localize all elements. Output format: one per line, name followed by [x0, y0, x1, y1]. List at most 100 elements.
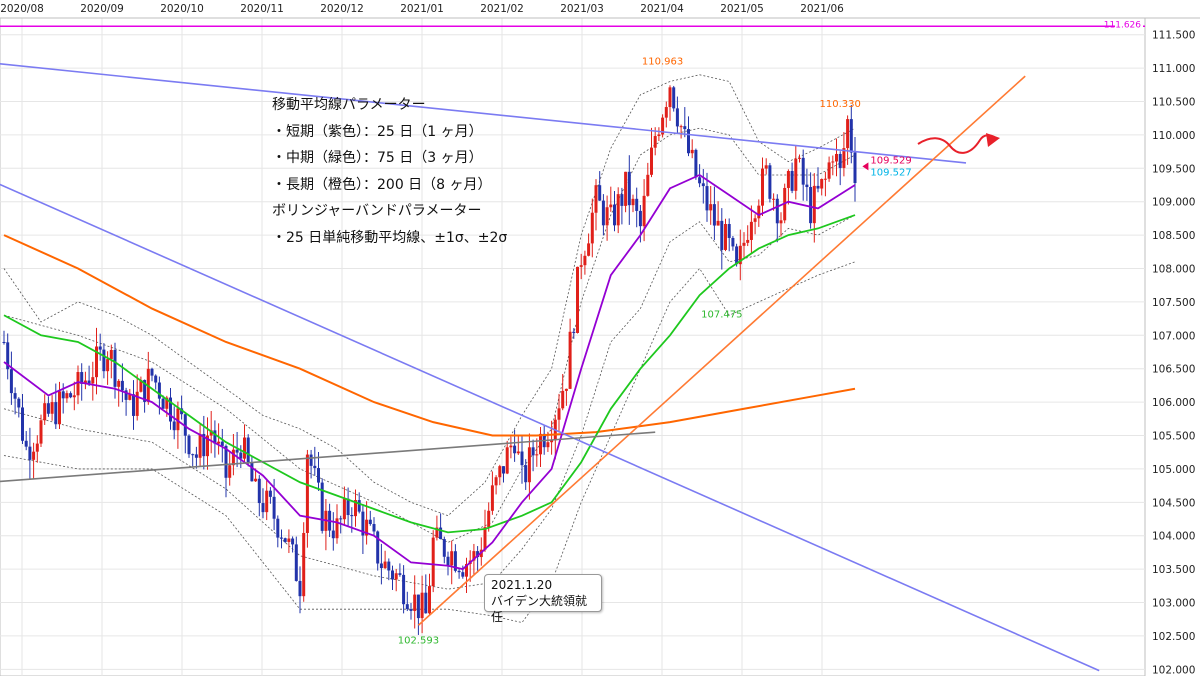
candle-body	[572, 331, 576, 333]
price-marker-label: 109.527	[870, 168, 911, 179]
candle-body	[798, 157, 801, 159]
y-tick-label: 106.500	[1152, 364, 1195, 376]
candle-body	[391, 570, 394, 580]
candle-body	[601, 200, 605, 226]
candle-body	[838, 153, 842, 168]
candle-body	[313, 465, 317, 469]
note-ma-title: 移動平均線パラメーター	[272, 97, 426, 113]
candle-body	[157, 382, 161, 399]
candle-body	[786, 170, 790, 188]
candle-body	[50, 402, 54, 414]
candle-body	[383, 561, 387, 569]
candle-body	[135, 391, 139, 416]
candle-body	[712, 204, 716, 226]
candle-body	[394, 573, 398, 580]
candle-body	[298, 580, 302, 597]
candle-body	[376, 531, 380, 564]
candle-body	[757, 205, 761, 219]
candle-body	[513, 445, 517, 454]
candle-body	[709, 204, 713, 211]
candle-body	[428, 586, 431, 614]
candle-body	[220, 441, 224, 446]
candle-body	[812, 185, 816, 224]
candle-body	[823, 178, 827, 180]
candle-body	[846, 119, 850, 149]
note-bb-params: ・25 日単純移動平均線、±1σ、±2σ	[272, 229, 508, 246]
candle-body	[605, 207, 609, 226]
candle-body	[698, 177, 702, 184]
x-tick-label: 2020/12	[320, 3, 364, 15]
y-tick-label: 111.000	[1152, 63, 1195, 75]
candle-body	[594, 185, 598, 213]
candle-body	[664, 107, 668, 118]
candle-body	[694, 149, 698, 178]
candle-body	[457, 570, 461, 573]
y-tick-label: 109.000	[1152, 197, 1195, 209]
candle-body	[317, 468, 320, 483]
candle-body	[87, 380, 91, 384]
candle-body	[58, 391, 61, 425]
candle-body	[35, 443, 39, 452]
candle-body	[150, 368, 154, 376]
x-tick-label: 2020/08	[0, 3, 44, 15]
candle-body	[624, 171, 628, 206]
candle-body	[431, 537, 435, 587]
candle-body	[387, 561, 391, 571]
candle-body	[590, 212, 594, 244]
candle-body	[535, 454, 539, 456]
y-tick-label: 104.500	[1152, 497, 1195, 509]
candle-body	[527, 447, 531, 483]
candle-body	[291, 538, 295, 545]
y-tick-label: 108.000	[1152, 264, 1195, 276]
candle-body	[724, 224, 727, 250]
candle-body	[742, 242, 746, 246]
resistance-label: 111.626	[1104, 20, 1141, 30]
candle-body	[568, 331, 572, 389]
candle-body	[198, 433, 202, 458]
candle-body	[228, 465, 232, 478]
candle-body	[416, 594, 420, 619]
candle-body	[305, 454, 309, 533]
note-ma-long: ・長期（橙色）：200 日（8 ヶ月）	[272, 176, 492, 193]
candle-body	[561, 390, 565, 409]
candle-body	[21, 407, 24, 441]
candle-body	[853, 152, 857, 184]
y-tick-label: 110.500	[1152, 97, 1195, 109]
candle-body	[450, 551, 454, 566]
candle-body	[564, 388, 568, 391]
x-tick-label: 2020/09	[80, 3, 124, 15]
candle-body	[701, 183, 705, 187]
candle-body	[779, 220, 783, 224]
x-tick-label: 2021/02	[480, 3, 524, 15]
candle-body	[379, 563, 383, 569]
x-tick-label: 2021/03	[560, 3, 604, 15]
candle-body	[687, 129, 690, 154]
candle-body	[346, 498, 350, 516]
candle-body	[816, 185, 820, 189]
candle-body	[9, 369, 13, 394]
parameter-notes: 移動平均線パラメーター ・短期（紫色）：25 日（1 ヶ月） ・中期（緑色）：7…	[272, 92, 507, 251]
candle-body	[357, 500, 361, 512]
candle-body	[154, 375, 158, 383]
candle-body	[172, 421, 176, 431]
candle-body	[276, 518, 280, 538]
candle-body	[420, 592, 424, 619]
candle-body	[61, 391, 65, 399]
candle-body	[106, 359, 110, 372]
candle-body	[280, 537, 283, 539]
x-tick-label: 2021/04	[640, 3, 684, 15]
candle-body	[442, 539, 446, 557]
candle-body	[672, 87, 676, 109]
candle-body	[524, 465, 528, 483]
candle-body	[102, 349, 106, 372]
candle-body	[405, 604, 409, 610]
candle-body	[620, 194, 624, 206]
candle-body	[650, 147, 653, 175]
candle-body	[609, 204, 613, 208]
candle-body	[587, 243, 591, 256]
candle-body	[268, 490, 272, 497]
candle-body	[69, 393, 73, 398]
candle-body	[746, 239, 750, 243]
y-tick-label: 106.000	[1152, 397, 1195, 409]
candle-body	[516, 451, 520, 454]
